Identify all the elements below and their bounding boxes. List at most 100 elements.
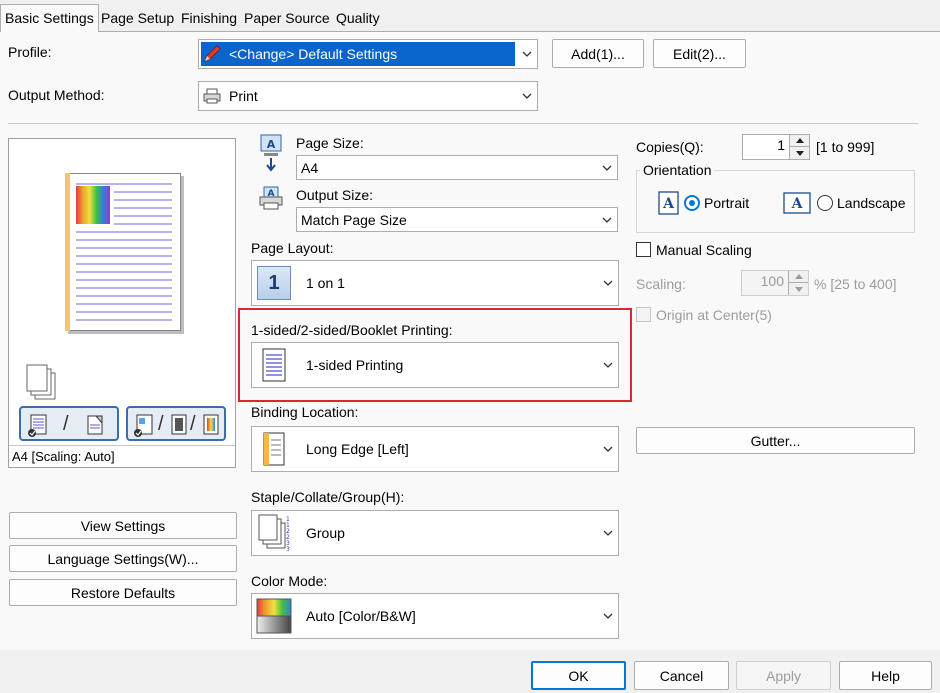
chevron-down-icon[interactable] [598, 613, 618, 619]
output-method-label: Output Method: [8, 87, 105, 103]
preview-status-text: A4 [Scaling: Auto] [12, 449, 115, 464]
apply-button[interactable]: Apply [736, 661, 831, 690]
portrait-label[interactable]: Portrait [704, 195, 749, 211]
binding-edge [65, 173, 70, 331]
staple-collate-group-label: Staple/Collate/Group(H): [251, 489, 405, 505]
gutter-button[interactable]: Gutter... [636, 427, 915, 454]
scaling-value: 100 [760, 273, 784, 289]
restore-defaults-button[interactable]: Restore Defaults [9, 579, 237, 606]
language-settings-button[interactable]: Language Settings(W)... [9, 545, 237, 572]
color-mode-select[interactable]: Auto [Color/B&W] [251, 593, 619, 639]
binding-location-select[interactable]: Long Edge [Left] [251, 426, 619, 472]
pen-icon [199, 44, 225, 64]
tab-finishing[interactable]: Finishing [177, 7, 241, 31]
staple-collate-group-value: Group [306, 525, 345, 541]
output-method-select[interactable]: Print [198, 81, 538, 111]
output-size-select[interactable]: Match Page Size [296, 207, 618, 232]
scaling-spinner[interactable]: 100 [741, 270, 809, 296]
staple-collate-group-select[interactable]: 112233 Group [251, 510, 619, 556]
sided-printing-select[interactable]: 1-sided Printing [251, 342, 619, 388]
bw-doc-icon [170, 414, 190, 439]
copies-label: Copies(Q): [636, 139, 704, 155]
scaling-range: % [25 to 400] [814, 276, 897, 292]
two-sided-doc-icon [83, 413, 107, 440]
full-color-doc-icon [202, 414, 222, 439]
origin-center-label: Origin at Center(5) [656, 307, 772, 323]
page-layout-label: Page Layout: [251, 240, 334, 256]
spin-up-icon[interactable] [788, 271, 808, 283]
group-stack-icon: 112233 [252, 513, 296, 553]
page-size-label: Page Size: [296, 135, 364, 151]
preview-page [65, 173, 181, 331]
page-layout-icon: 1 [252, 263, 296, 303]
help-button[interactable]: Help [839, 661, 932, 690]
chevron-down-icon[interactable] [598, 280, 618, 286]
portrait-icon: A [658, 191, 680, 218]
edit-profile-button[interactable]: Edit(2)... [653, 39, 746, 68]
color-doc-icon [133, 413, 157, 440]
svg-text:A: A [791, 196, 804, 212]
one-sided-printing-icon [252, 345, 296, 385]
spin-down-icon[interactable] [789, 147, 809, 159]
svg-text:A: A [267, 138, 276, 151]
color-mode-icon [252, 596, 296, 636]
manual-scaling-checkbox[interactable] [636, 242, 651, 257]
color-mode-value: Auto [Color/B&W] [306, 608, 416, 624]
orientation-label: Orientation [640, 162, 715, 178]
profile-select[interactable]: <Change> Default Settings [198, 39, 538, 69]
chevron-down-icon[interactable] [598, 446, 618, 452]
landscape-icon: A [783, 192, 811, 217]
scaling-label: Scaling: [636, 276, 686, 292]
svg-text:A: A [662, 196, 675, 212]
page-size-value: A4 [301, 159, 319, 176]
tab-basic-settings[interactable]: Basic Settings [0, 4, 99, 32]
landscape-label[interactable]: Landscape [837, 195, 906, 211]
chevron-down-icon[interactable] [597, 217, 617, 223]
chevron-down-icon[interactable] [598, 530, 618, 536]
print-preview-panel: / / / A4 [Scaling: Auto] [8, 138, 236, 468]
output-method-value: Print [229, 88, 258, 104]
printer-icon [199, 88, 225, 104]
page-size-select[interactable]: A4 [296, 155, 618, 180]
ok-button[interactable]: OK [531, 661, 626, 690]
one-two-sided-toggle-button[interactable]: / [19, 406, 119, 441]
copies-spinner[interactable]: 1 [742, 134, 810, 160]
chevron-down-icon[interactable] [517, 51, 537, 57]
chevron-down-icon[interactable] [517, 93, 537, 99]
copies-range: [1 to 999] [816, 139, 875, 155]
portrait-radio[interactable] [684, 194, 700, 212]
page-size-icon: A [258, 134, 284, 177]
profile-label: Profile: [8, 44, 52, 60]
tab-quality[interactable]: Quality [332, 7, 384, 31]
output-size-icon: A [258, 186, 284, 215]
color-mode-toggle-button[interactable]: / / [126, 406, 226, 441]
sided-printing-value: 1-sided Printing [306, 357, 404, 373]
manual-scaling-label[interactable]: Manual Scaling [656, 242, 752, 258]
chevron-down-icon[interactable] [598, 362, 618, 368]
color-mode-label: Color Mode: [251, 573, 328, 589]
tab-bar: Basic Settings Page Setup Finishing Pape… [0, 0, 940, 32]
cancel-button[interactable]: Cancel [634, 661, 729, 690]
view-settings-button[interactable]: View Settings [9, 512, 237, 539]
copies-value: 1 [777, 137, 785, 153]
sided-printing-label: 1-sided/2-sided/Booklet Printing: [251, 322, 453, 338]
binding-left-icon [252, 429, 296, 469]
one-sided-doc-icon [27, 413, 51, 440]
page-layout-select[interactable]: 1 1 on 1 [251, 260, 619, 306]
profile-value: <Change> Default Settings [229, 46, 398, 62]
tab-paper-source[interactable]: Paper Source [240, 7, 334, 31]
spin-down-icon[interactable] [788, 283, 808, 295]
svg-text:3: 3 [286, 546, 290, 552]
binding-location-label: Binding Location: [251, 404, 359, 420]
add-profile-button[interactable]: Add(1)... [552, 39, 644, 68]
origin-center-checkbox[interactable] [636, 307, 651, 322]
copies-stack-icon [25, 363, 59, 406]
page-layout-value: 1 on 1 [306, 275, 345, 291]
spin-up-icon[interactable] [789, 135, 809, 147]
tab-page-setup[interactable]: Page Setup [97, 7, 178, 31]
output-size-value: Match Page Size [301, 211, 407, 228]
chevron-down-icon[interactable] [597, 165, 617, 171]
binding-location-value: Long Edge [Left] [306, 441, 409, 457]
section-divider [8, 123, 918, 124]
landscape-radio[interactable] [817, 194, 833, 212]
